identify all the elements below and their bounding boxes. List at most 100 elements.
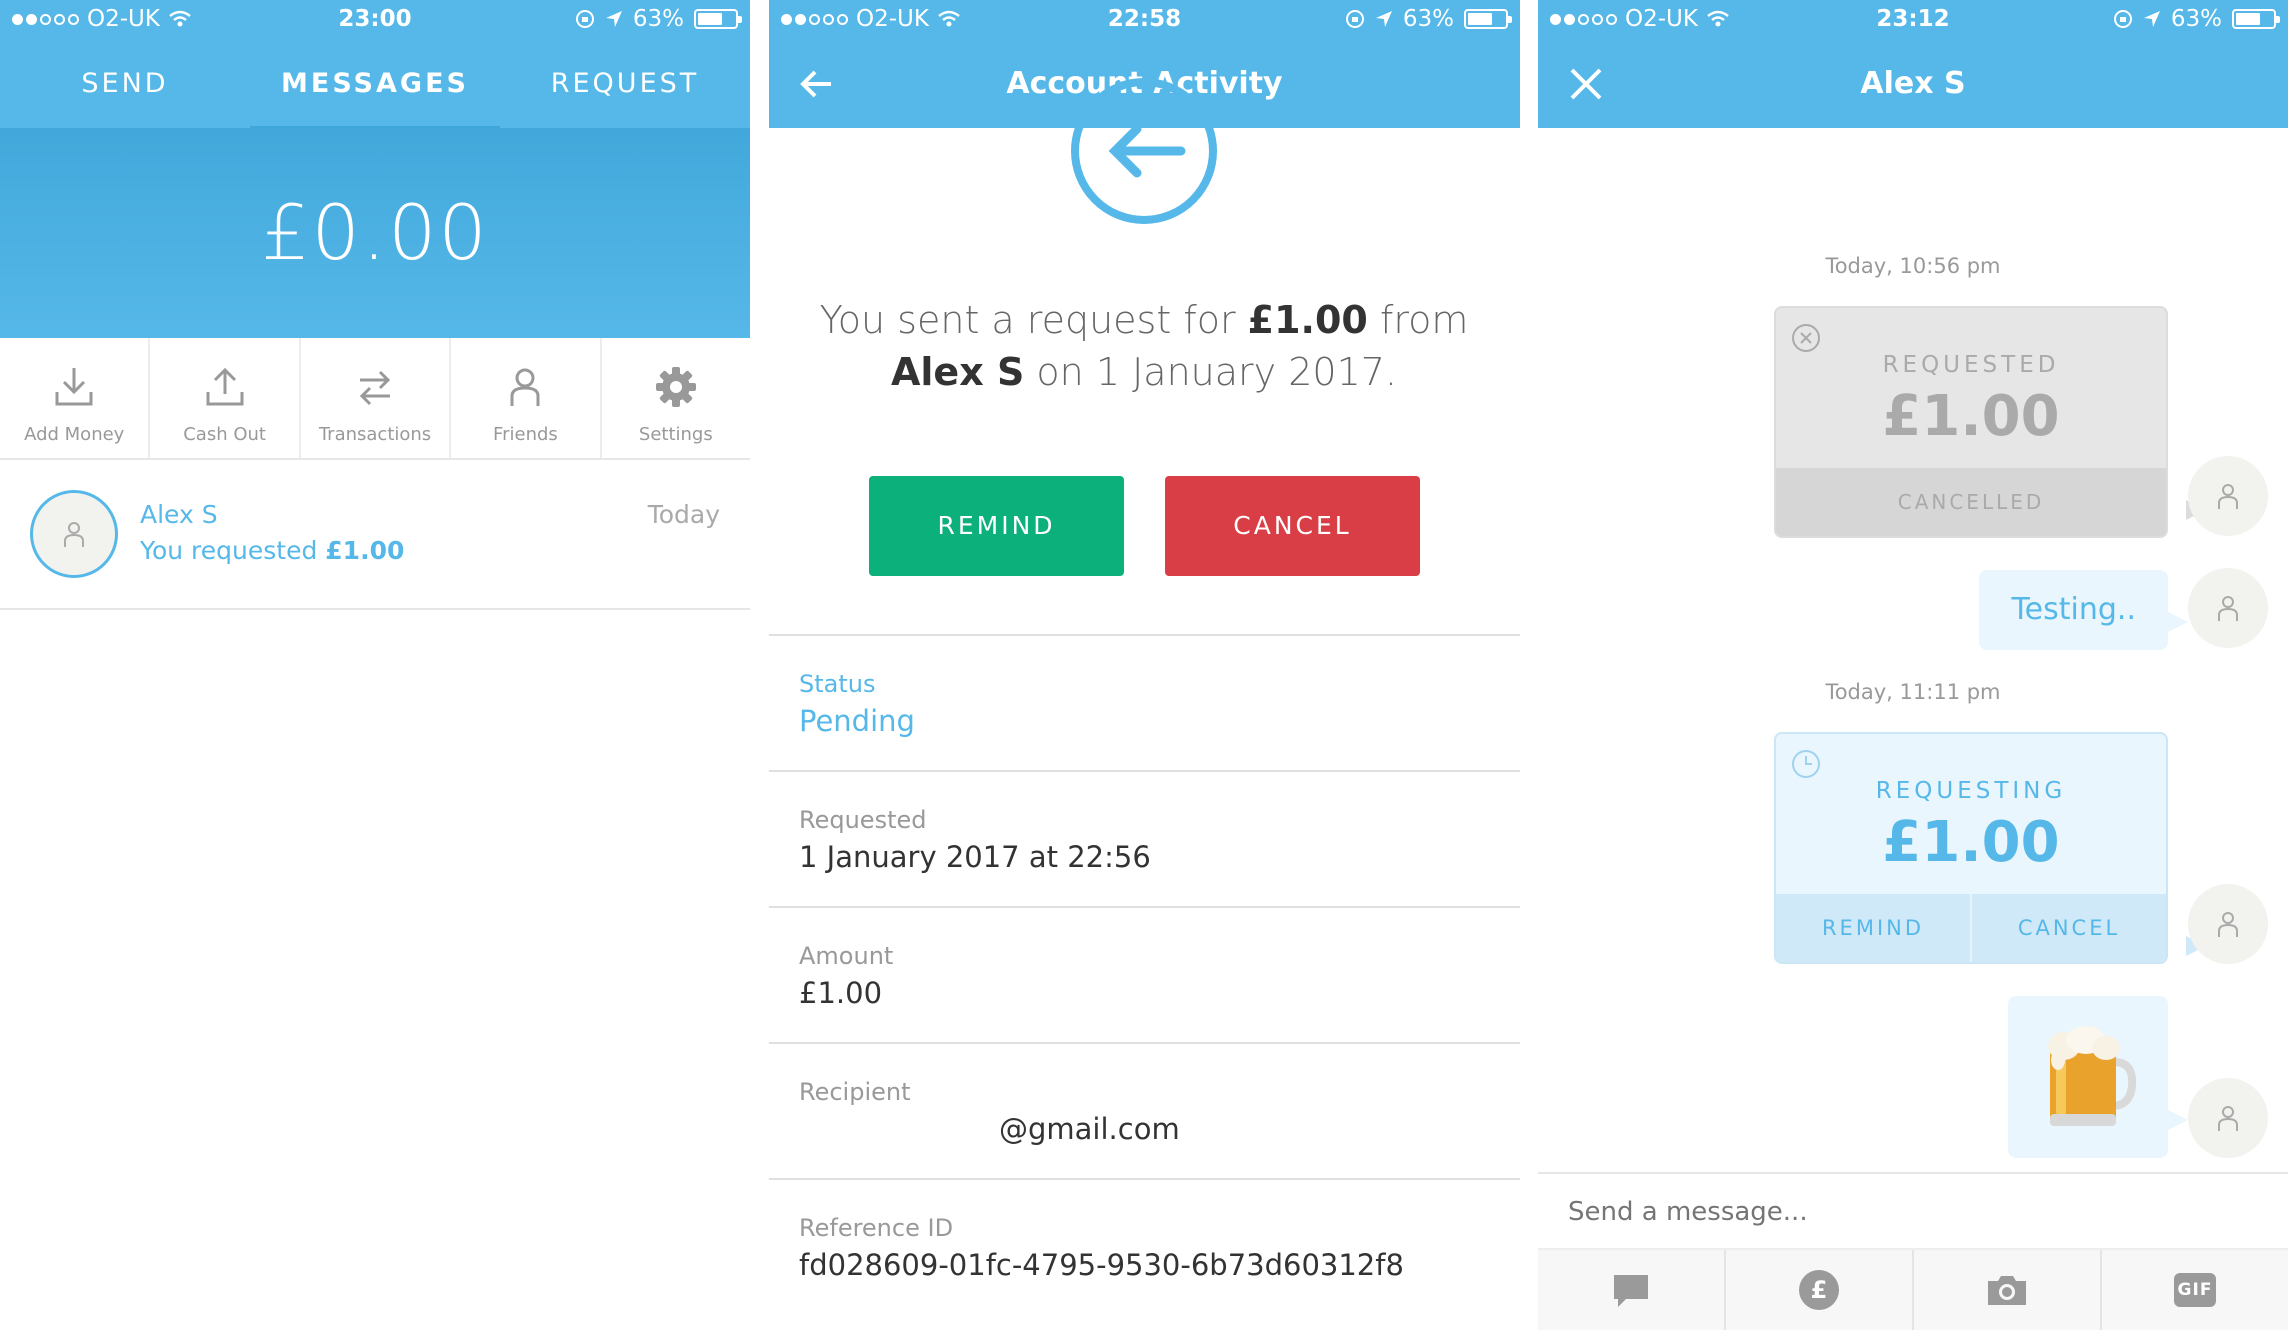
detail-value: 1 January 2017 at 22:56 [799, 840, 1151, 874]
message-bubble: Testing.. [1979, 570, 2168, 650]
battery-percent: 63% [1402, 6, 1454, 32]
detail-key: Recipient [799, 1078, 911, 1106]
balance-amount: £0.00 [261, 188, 489, 277]
card-title: REQUESTED [1882, 352, 2060, 378]
pending-request-card: REQUESTING £1.00 REMIND CANCEL [1774, 732, 2168, 964]
battery-percent: 63% [2170, 6, 2222, 32]
pound-coin-icon: £ [1799, 1270, 1839, 1310]
contact-name: Alex S [140, 500, 218, 529]
gif-button[interactable]: GIF [2102, 1250, 2288, 1330]
remind-button[interactable]: REMIND [869, 476, 1124, 576]
friends-label: Friends [493, 424, 558, 445]
detail-value: fd028609-01fc-4795-9530-6b73d60312f8 [799, 1248, 1404, 1282]
person-icon [2218, 596, 2238, 621]
location-icon [1375, 11, 1392, 27]
avatar [2188, 568, 2268, 648]
card-title: REQUESTING [1875, 778, 2067, 804]
messages-screen: O2-UK 23:00 63% SEND MESSAGES REQUEST £0… [0, 0, 750, 1330]
summary-text-2: from [1367, 298, 1469, 342]
chat-timestamp: Today, 11:11 pm [1825, 680, 2001, 704]
balance-panel: £0.00 [0, 128, 750, 338]
left-arrow-icon [1108, 124, 1186, 178]
person-icon [2218, 484, 2238, 509]
clock-icon [1792, 750, 1820, 778]
preview-amount: £1.00 [325, 536, 405, 565]
person-icon [2218, 1106, 2238, 1131]
conversation-row[interactable]: Alex S You requested £1.00 Today [0, 460, 750, 610]
status-right: 63% [575, 6, 742, 32]
battery-percent: 63% [632, 6, 684, 32]
rotation-lock-icon [2113, 10, 2132, 28]
conversation-preview: You requested £1.00 [140, 536, 404, 565]
card-cancel-button[interactable]: CANCEL [1972, 894, 2166, 962]
payment-button[interactable]: £ [1726, 1250, 1914, 1330]
tab-request[interactable]: REQUEST [500, 40, 750, 128]
cash-out-label: Cash Out [183, 424, 266, 445]
person-icon [2218, 912, 2238, 937]
battery-icon [1464, 9, 1512, 29]
cancel-button[interactable]: CANCEL [1165, 476, 1420, 576]
location-icon [605, 11, 622, 27]
bubble-tail [2168, 612, 2188, 632]
svg-text:£: £ [1811, 1276, 1828, 1304]
cancelled-request-card: REQUESTED £1.00 CANCELLED [1774, 306, 2168, 538]
swap-arrows-icon [359, 370, 391, 406]
recipient-row: Recipient @gmail.com [769, 1042, 1520, 1178]
chat-title: Alex S [1860, 66, 1966, 101]
card-amount: £1.00 [1882, 384, 2060, 449]
requested-row: Requested 1 January 2017 at 22:56 [769, 770, 1520, 906]
summary-text-3: on 1 January 2017. [1024, 350, 1397, 394]
person-icon [510, 368, 540, 406]
chat-bubble-button[interactable] [1538, 1250, 1726, 1330]
request-summary: You sent a request for £1.00 from Alex S… [809, 294, 1479, 398]
action-bar: Add Money Cash Out Transactions Friends … [0, 338, 750, 460]
download-icon [55, 368, 93, 406]
add-money-button[interactable]: Add Money [0, 338, 151, 458]
card-amount: £1.00 [1882, 810, 2060, 875]
status-bar: O2-UK 23:00 63% [0, 0, 750, 40]
settings-label: Settings [638, 424, 713, 445]
message-input[interactable] [1538, 1174, 2288, 1250]
status-right: 63% [2113, 6, 2280, 32]
tab-messages[interactable]: MESSAGES [250, 40, 500, 132]
upload-icon [206, 367, 244, 406]
avatar [30, 490, 118, 578]
transactions-button[interactable]: Transactions [301, 338, 452, 458]
preview-text: You requested [140, 536, 326, 565]
status-bar: O2-UK 22:58 63% [769, 0, 1520, 40]
cancel-circle-icon [1792, 324, 1820, 352]
amount-row: Amount £1.00 [769, 906, 1520, 1042]
gif-icon: GIF [2174, 1273, 2216, 1307]
card-remind-button[interactable]: REMIND [1776, 894, 1972, 962]
top-tabs: SEND MESSAGES REQUEST [0, 40, 750, 132]
rotation-lock-icon [1345, 10, 1364, 28]
chat-screen: O2-UK 23:12 63% Alex S Today, 10:56 pm R… [1538, 0, 2288, 1330]
detail-key: Status [799, 670, 876, 698]
cash-out-button[interactable]: Cash Out [150, 338, 301, 458]
speech-bubble-icon [1614, 1275, 1648, 1307]
card-status: CANCELLED [1776, 468, 2166, 536]
person-icon [64, 522, 84, 547]
emoji-message [2008, 996, 2168, 1158]
detail-key: Amount [799, 942, 894, 970]
avatar [2188, 456, 2268, 536]
tab-send[interactable]: SEND [0, 40, 250, 128]
settings-button[interactable]: Settings [602, 338, 750, 458]
detail-key: Reference ID [799, 1214, 954, 1242]
status-row: Status Pending [769, 634, 1520, 770]
battery-icon [2232, 9, 2280, 29]
card-actions: REMIND CANCEL [1776, 894, 2166, 962]
rotation-lock-icon [575, 10, 594, 28]
summary-amount: £1.00 [1247, 298, 1368, 342]
detail-value: @gmail.com [999, 1112, 1180, 1146]
message-composer [1538, 1172, 2288, 1250]
friends-button[interactable]: Friends [451, 338, 602, 458]
add-money-label: Add Money [24, 424, 125, 445]
account-activity-screen: O2-UK 22:58 63% Account Activity You sen… [769, 0, 1520, 1330]
status-bar: O2-UK 23:12 63% [1538, 0, 2288, 40]
camera-icon [1988, 1276, 2026, 1305]
camera-button[interactable] [1914, 1250, 2102, 1330]
summary-text-1: You sent a request for [819, 298, 1248, 342]
avatar [2188, 884, 2268, 964]
avatar [2188, 1078, 2268, 1158]
